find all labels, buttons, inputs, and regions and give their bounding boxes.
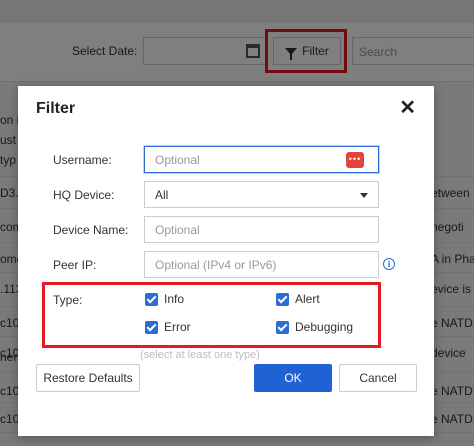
type-checkbox-debugging[interactable]: Debugging xyxy=(276,320,353,334)
checkbox-checked-icon[interactable] xyxy=(276,292,289,306)
type-hint: (select at least one type) xyxy=(140,349,260,361)
checkbox-checked-icon[interactable] xyxy=(145,292,158,306)
peer-ip-placeholder: Optional (IPv4 or IPv6) xyxy=(155,258,277,272)
password-manager-icon[interactable]: ••• xyxy=(346,152,364,168)
type-checkbox-error[interactable]: Error xyxy=(145,320,191,334)
peer-ip-label: Peer IP: xyxy=(53,258,97,272)
filter-dialog: Filter ✕ Username: Optional ••• HQ Devic… xyxy=(18,86,434,436)
checkbox-checked-icon[interactable] xyxy=(145,320,158,334)
type-label: Type: xyxy=(53,293,83,307)
chevron-down-icon xyxy=(360,193,368,198)
dialog-title: Filter xyxy=(36,100,76,117)
restore-defaults-button[interactable]: Restore Defaults xyxy=(36,364,140,392)
ok-button[interactable]: OK xyxy=(254,364,332,392)
type-option-label: Info xyxy=(164,292,185,306)
type-checkbox-alert[interactable]: Alert xyxy=(276,292,320,306)
cancel-button[interactable]: Cancel xyxy=(339,364,417,392)
type-highlight xyxy=(42,282,381,348)
type-option-label: Debugging xyxy=(295,320,354,334)
username-placeholder: Optional xyxy=(155,153,200,167)
hq-device-select[interactable]: All xyxy=(144,181,379,208)
close-icon[interactable]: ✕ xyxy=(399,98,416,118)
info-icon[interactable]: i xyxy=(383,258,395,270)
type-checkbox-info[interactable]: Info xyxy=(145,292,184,306)
checkbox-checked-icon[interactable] xyxy=(276,320,289,334)
peer-ip-input[interactable]: Optional (IPv4 or IPv6) xyxy=(144,251,379,278)
device-name-input[interactable]: Optional xyxy=(144,216,379,243)
device-name-placeholder: Optional xyxy=(155,223,200,237)
device-name-label: Device Name: xyxy=(53,223,129,237)
username-input[interactable]: Optional ••• xyxy=(144,146,379,173)
hq-device-value: All xyxy=(155,188,169,202)
username-label: Username: xyxy=(53,153,112,167)
type-option-label: Error xyxy=(164,320,191,334)
type-option-label: Alert xyxy=(295,292,320,306)
hq-device-label: HQ Device: xyxy=(53,188,115,202)
